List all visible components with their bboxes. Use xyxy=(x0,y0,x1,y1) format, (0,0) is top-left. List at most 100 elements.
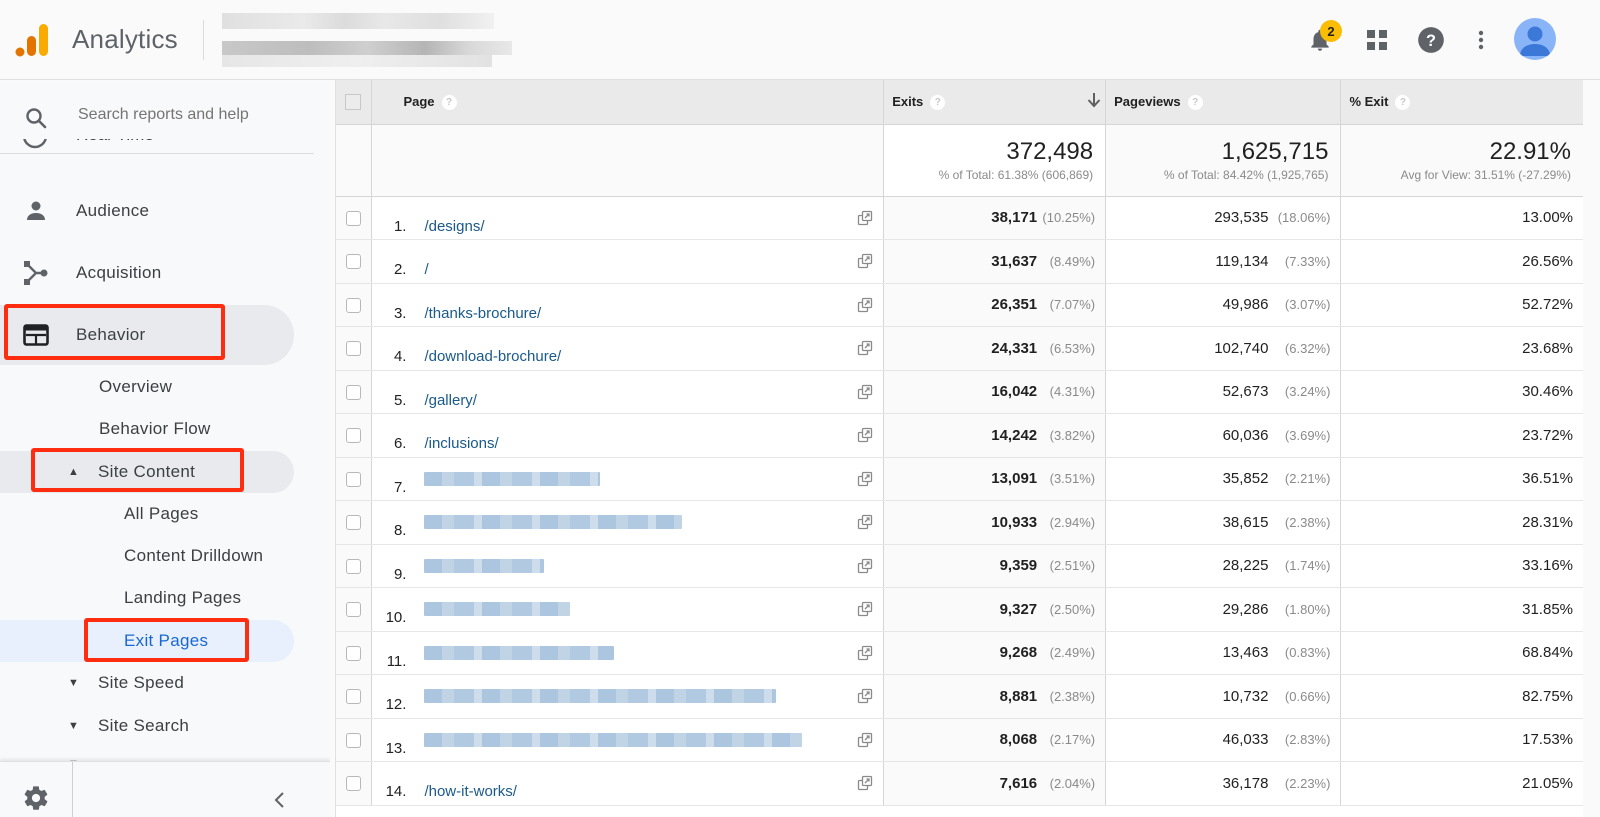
page-link-redacted[interactable] xyxy=(424,732,803,747)
sidebar-item-exit-pages[interactable]: Exit Pages xyxy=(124,621,208,661)
row-checkbox[interactable] xyxy=(346,384,362,400)
header-select-all xyxy=(336,80,373,125)
pageviews-value: 293,535 xyxy=(1214,209,1269,227)
open-external-icon[interactable] xyxy=(857,601,873,617)
page-scrollbar[interactable] xyxy=(1583,80,1600,817)
account-avatar[interactable] xyxy=(1514,18,1556,60)
column-header-pct-exit[interactable]: % Exit? xyxy=(1340,80,1583,125)
pct-exit-value: 23.68% xyxy=(1522,339,1573,357)
apps-button[interactable] xyxy=(1361,24,1393,56)
page-link-redacted[interactable] xyxy=(424,602,571,617)
open-external-icon[interactable] xyxy=(857,210,873,226)
page-cell: 5. /gallery/ xyxy=(371,370,885,414)
sidebar-item-site-content[interactable]: ▲ Site Content xyxy=(0,452,294,492)
more-options-button[interactable] xyxy=(1465,24,1497,56)
gear-icon[interactable] xyxy=(22,784,50,812)
open-external-icon[interactable] xyxy=(857,340,873,356)
row-checkbox[interactable] xyxy=(346,471,362,487)
row-rank: 10. xyxy=(385,609,407,627)
sidebar-item-label: Overview xyxy=(99,377,173,396)
apps-grid-icon xyxy=(1367,30,1387,50)
page-link[interactable]: /thanks-brochure/ xyxy=(424,305,541,322)
totals-page-cell xyxy=(371,124,885,197)
column-header-pageviews[interactable]: Pageviews? xyxy=(1105,80,1342,125)
sidebar-item-audience[interactable]: Audience xyxy=(0,183,300,239)
open-external-icon[interactable] xyxy=(857,775,873,791)
help-button[interactable]: ? xyxy=(1415,24,1447,56)
page-link-redacted[interactable] xyxy=(424,645,615,660)
open-external-icon[interactable] xyxy=(857,514,873,530)
exits-cell: 8,068 (2.17%) xyxy=(883,718,1107,762)
row-rank: 9. xyxy=(393,565,407,583)
exits-cell: 9,268 (2.49%) xyxy=(883,631,1107,675)
page-link[interactable]: /inclusions/ xyxy=(424,435,498,452)
open-external-icon[interactable] xyxy=(857,471,873,487)
help-icon[interactable]: ? xyxy=(441,94,457,110)
analytics-logo-icon[interactable] xyxy=(14,22,50,58)
sidebar-item-behavior-flow[interactable]: Behavior Flow xyxy=(99,409,211,449)
page-link-redacted[interactable] xyxy=(424,471,601,486)
sort-descending-icon[interactable] xyxy=(1087,92,1101,113)
column-header-exits[interactable]: Exits? xyxy=(883,80,1107,125)
page-link[interactable]: /gallery/ xyxy=(424,392,477,409)
row-checkbox[interactable] xyxy=(346,558,362,574)
open-external-icon[interactable] xyxy=(857,253,873,269)
page-link-redacted[interactable] xyxy=(424,689,777,704)
exits-cell: 9,327 (2.50%) xyxy=(883,587,1107,632)
help-icon[interactable]: ? xyxy=(1395,94,1411,110)
help-icon[interactable]: ? xyxy=(1187,94,1203,110)
row-checkbox[interactable] xyxy=(346,254,362,270)
select-all-checkbox[interactable] xyxy=(345,94,361,111)
page-link[interactable]: /designs/ xyxy=(424,218,484,235)
exits-value: 38,171 xyxy=(991,209,1038,227)
row-select-cell xyxy=(336,196,373,240)
open-external-icon[interactable] xyxy=(857,427,873,443)
table-row: 9. 9,359 (2.51%) 28,225 (1.74%) 33.16% xyxy=(336,544,1583,588)
sidebar-item-landing-pages[interactable]: Landing Pages xyxy=(124,578,241,618)
row-checkbox[interactable] xyxy=(346,297,362,313)
sidebar-item-behavior[interactable]: Behavior xyxy=(0,305,294,365)
exits-value: 24,331 xyxy=(991,339,1038,357)
row-checkbox[interactable] xyxy=(346,210,362,226)
page-link-redacted[interactable] xyxy=(424,558,545,573)
search-input[interactable] xyxy=(78,106,298,124)
row-checkbox[interactable] xyxy=(346,776,362,792)
search-reports[interactable] xyxy=(16,96,316,140)
row-checkbox[interactable] xyxy=(346,602,362,618)
sidebar-item-site-speed[interactable]: ▼ Site Speed xyxy=(0,663,294,703)
row-rank: 5. xyxy=(393,391,407,409)
sidebar-item-site-search[interactable]: ▼ Site Search xyxy=(0,706,294,746)
sidebar-item-content-drilldown[interactable]: Content Drilldown xyxy=(124,536,263,576)
open-external-icon[interactable] xyxy=(857,732,873,748)
sidebar-item-realtime-partial[interactable]: Real-Time xyxy=(22,139,322,165)
row-checkbox[interactable] xyxy=(346,645,362,661)
row-checkbox[interactable] xyxy=(346,428,362,444)
row-checkbox[interactable] xyxy=(346,689,362,705)
open-external-icon[interactable] xyxy=(857,384,873,400)
open-external-icon[interactable] xyxy=(857,297,873,313)
sidebar-item-acquisition[interactable]: Acquisition xyxy=(0,245,300,301)
account-selector-blurred[interactable] xyxy=(222,13,522,69)
row-checkbox[interactable] xyxy=(346,515,362,531)
row-checkbox[interactable] xyxy=(346,341,362,357)
pct-exit-value: 21.05% xyxy=(1522,774,1573,792)
page-link[interactable]: /how-it-works/ xyxy=(424,783,517,800)
collapse-sidebar-icon[interactable] xyxy=(272,792,288,808)
row-checkbox[interactable] xyxy=(346,732,362,748)
notifications-button[interactable]: 2 xyxy=(1304,20,1342,56)
sidebar-item-overview[interactable]: Overview xyxy=(99,367,172,407)
exits-share: (2.17%) xyxy=(1049,732,1096,748)
row-rank: 12. xyxy=(385,696,407,714)
totals-subtext: % of Total: 84.42% (1,925,765) xyxy=(1163,168,1329,182)
open-external-icon[interactable] xyxy=(857,645,873,661)
open-external-icon[interactable] xyxy=(857,558,873,574)
open-external-icon[interactable] xyxy=(857,688,873,704)
pct-exit-cell: 23.72% xyxy=(1340,413,1583,458)
row-select-cell xyxy=(336,674,373,719)
help-icon[interactable]: ? xyxy=(930,94,946,110)
page-link[interactable]: / xyxy=(424,261,428,278)
sidebar-item-all-pages[interactable]: All Pages xyxy=(124,494,199,534)
page-link[interactable]: /download-brochure/ xyxy=(424,348,561,365)
page-link-redacted[interactable] xyxy=(424,515,683,530)
column-header-page[interactable]: Page? xyxy=(371,80,885,125)
